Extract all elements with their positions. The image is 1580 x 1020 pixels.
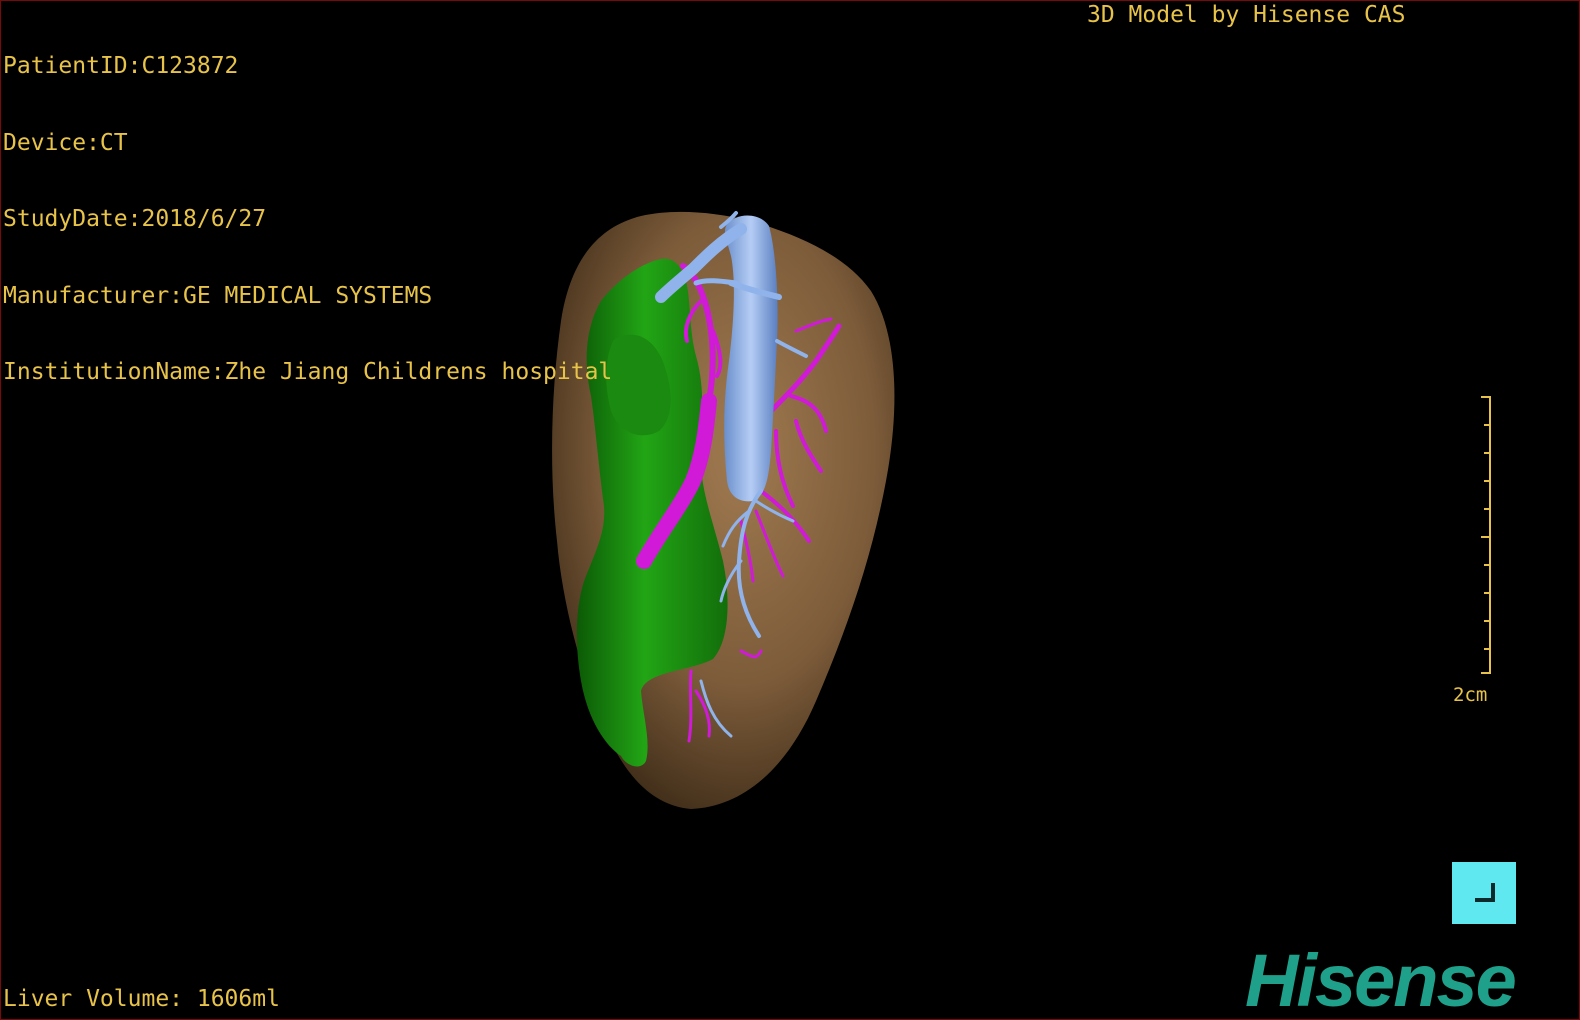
study-date-text: StudyDate:2018/6/27 — [3, 206, 267, 232]
patient-id-text: PatientID:C123872 — [3, 53, 239, 79]
device-text: Device:CT — [3, 129, 128, 156]
corner-bracket-icon — [1475, 883, 1495, 902]
hisense-logo: Hisense — [1245, 939, 1517, 1020]
3d-viewport[interactable]: PatientID:C123872 Device:CT StudyDate:20… — [0, 0, 1580, 1020]
dicom-info-overlay: PatientID:C123872 Device:CT StudyDate:20… — [3, 3, 612, 437]
orientation-reset-button[interactable] — [1452, 862, 1516, 924]
scale-ruler — [1481, 396, 1491, 674]
manufacturer-text: Manufacturer:GE MEDICAL SYSTEMS — [3, 282, 433, 309]
model-credit-text: 3D Model by Hisense CAS — [1087, 2, 1406, 28]
liver-volume-text: Liver Volume: 1606ml — [3, 986, 280, 1012]
scale-label: 2cm — [1453, 684, 1488, 706]
institution-text: InstitutionName:Zhe Jiang Childrens hosp… — [3, 359, 613, 385]
